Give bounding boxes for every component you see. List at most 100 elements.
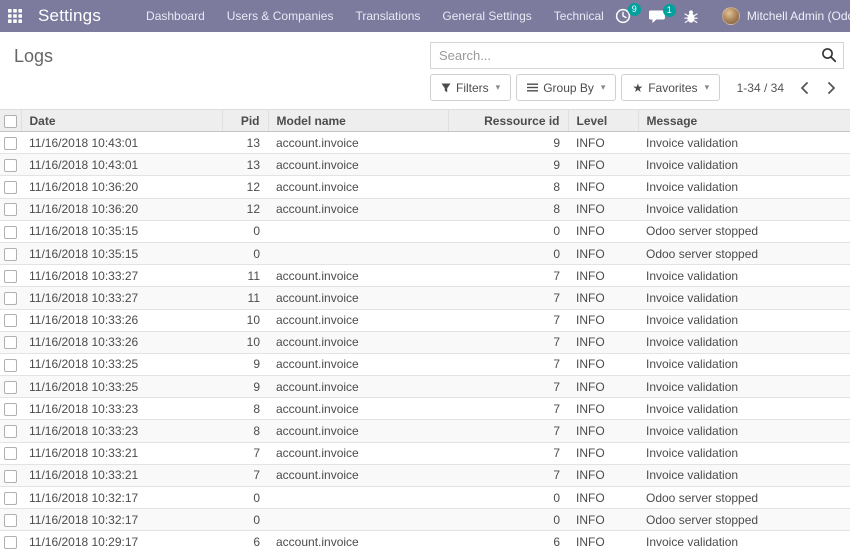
- search-icon[interactable]: [821, 47, 837, 68]
- row-checkbox[interactable]: [4, 314, 17, 327]
- pager-value[interactable]: 1-34 / 34: [737, 81, 784, 95]
- column-header-level[interactable]: Level: [568, 110, 638, 132]
- pager-previous-button[interactable]: [798, 80, 811, 96]
- log-row[interactable]: 11/16/2018 10:32:17 0 0 INFO Odoo server…: [0, 487, 850, 509]
- log-row[interactable]: 11/16/2018 10:33:21 7 account.invoice 7 …: [0, 464, 850, 486]
- debug-button[interactable]: [684, 9, 698, 24]
- user-menu[interactable]: Mitchell Admin (Odoo_12) ▾: [722, 7, 850, 25]
- row-select-cell: [0, 464, 21, 486]
- row-select-cell: [0, 376, 21, 398]
- app-name[interactable]: Settings: [38, 6, 101, 26]
- cell-message: Invoice validation: [638, 531, 850, 553]
- log-row[interactable]: 11/16/2018 10:33:26 10 account.invoice 7…: [0, 331, 850, 353]
- column-header-model[interactable]: Model name: [268, 110, 448, 132]
- navbar-menu-item[interactable]: General Settings: [442, 9, 531, 23]
- filters-button[interactable]: Filters ▾: [430, 74, 511, 101]
- row-checkbox[interactable]: [4, 492, 17, 505]
- row-checkbox[interactable]: [4, 292, 17, 305]
- cell-resource: 0: [448, 220, 568, 242]
- cell-date: 11/16/2018 10:43:01: [21, 154, 222, 176]
- row-checkbox[interactable]: [4, 381, 17, 394]
- logs-table: Date Pid Model name Ressource id Level M…: [0, 109, 850, 553]
- cell-pid: 11: [222, 265, 268, 287]
- row-checkbox[interactable]: [4, 403, 17, 416]
- cell-level: INFO: [568, 531, 638, 553]
- column-header-date[interactable]: Date: [21, 110, 222, 132]
- search-input[interactable]: [430, 42, 844, 69]
- log-row[interactable]: 11/16/2018 10:33:27 11 account.invoice 7…: [0, 287, 850, 309]
- log-row[interactable]: 11/16/2018 10:33:25 9 account.invoice 7 …: [0, 376, 850, 398]
- row-checkbox[interactable]: [4, 181, 17, 194]
- log-row[interactable]: 11/16/2018 10:33:27 11 account.invoice 7…: [0, 265, 850, 287]
- cell-model: account.invoice: [268, 398, 448, 420]
- apps-menu-button[interactable]: [8, 5, 22, 27]
- cell-level: INFO: [568, 509, 638, 531]
- row-checkbox[interactable]: [4, 536, 17, 549]
- cell-message: Invoice validation: [638, 331, 850, 353]
- cell-pid: 10: [222, 309, 268, 331]
- row-checkbox[interactable]: [4, 226, 17, 239]
- cell-message: Odoo server stopped: [638, 242, 850, 264]
- log-row[interactable]: 11/16/2018 10:43:01 13 account.invoice 9…: [0, 154, 850, 176]
- log-row[interactable]: 11/16/2018 10:35:15 0 0 INFO Odoo server…: [0, 242, 850, 264]
- log-row[interactable]: 11/16/2018 10:33:23 8 account.invoice 7 …: [0, 398, 850, 420]
- log-row[interactable]: 11/16/2018 10:35:15 0 0 INFO Odoo server…: [0, 220, 850, 242]
- log-row[interactable]: 11/16/2018 10:33:21 7 account.invoice 7 …: [0, 442, 850, 464]
- cell-pid: 9: [222, 376, 268, 398]
- pager: 1-34 / 34: [737, 80, 844, 96]
- cell-message: Invoice validation: [638, 132, 850, 154]
- log-row[interactable]: 11/16/2018 10:33:26 10 account.invoice 7…: [0, 309, 850, 331]
- log-row[interactable]: 11/16/2018 10:32:17 0 0 INFO Odoo server…: [0, 509, 850, 531]
- column-header-resource[interactable]: Ressource id: [448, 110, 568, 132]
- group-by-button-label: Group By: [543, 81, 594, 95]
- cell-resource: 7: [448, 420, 568, 442]
- log-row[interactable]: 11/16/2018 10:33:23 8 account.invoice 7 …: [0, 420, 850, 442]
- log-row[interactable]: 11/16/2018 10:36:20 12 account.invoice 8…: [0, 176, 850, 198]
- row-checkbox[interactable]: [4, 425, 17, 438]
- cell-date: 11/16/2018 10:32:17: [21, 509, 222, 531]
- activities-button[interactable]: 9: [615, 8, 631, 24]
- column-header-pid[interactable]: Pid: [222, 110, 268, 132]
- cell-pid: 7: [222, 464, 268, 486]
- row-checkbox[interactable]: [4, 270, 17, 283]
- navbar-menu-item[interactable]: Users & Companies: [227, 9, 334, 23]
- row-checkbox[interactable]: [4, 248, 17, 261]
- log-row[interactable]: 11/16/2018 10:43:01 13 account.invoice 9…: [0, 132, 850, 154]
- row-checkbox[interactable]: [4, 137, 17, 150]
- cell-level: INFO: [568, 198, 638, 220]
- cell-resource: 9: [448, 154, 568, 176]
- pager-next-button[interactable]: [825, 80, 838, 96]
- row-checkbox[interactable]: [4, 159, 17, 172]
- cell-level: INFO: [568, 331, 638, 353]
- cell-model: account.invoice: [268, 132, 448, 154]
- cell-date: 11/16/2018 10:33:21: [21, 464, 222, 486]
- cell-model: account.invoice: [268, 531, 448, 553]
- log-row[interactable]: 11/16/2018 10:36:20 12 account.invoice 8…: [0, 198, 850, 220]
- row-checkbox[interactable]: [4, 447, 17, 460]
- row-checkbox[interactable]: [4, 359, 17, 372]
- row-checkbox[interactable]: [4, 203, 17, 216]
- row-checkbox[interactable]: [4, 514, 17, 527]
- select-all-checkbox[interactable]: [4, 115, 17, 128]
- navbar-menu-item[interactable]: Dashboard: [146, 9, 205, 23]
- column-header-message[interactable]: Message: [638, 110, 850, 132]
- cell-resource: 8: [448, 198, 568, 220]
- group-by-button[interactable]: Group By ▾: [516, 74, 616, 101]
- navbar-menu-item[interactable]: Translations: [355, 9, 420, 23]
- group-by-icon: [527, 83, 538, 92]
- navbar-menu-item[interactable]: Technical: [554, 9, 604, 23]
- log-row[interactable]: 11/16/2018 10:33:25 9 account.invoice 7 …: [0, 353, 850, 375]
- row-checkbox[interactable]: [4, 470, 17, 483]
- messages-button[interactable]: 1: [649, 9, 666, 24]
- cell-message: Invoice validation: [638, 353, 850, 375]
- cell-pid: 7: [222, 442, 268, 464]
- favorites-button[interactable]: ★ Favorites ▾: [621, 74, 720, 101]
- cell-pid: 0: [222, 487, 268, 509]
- row-select-cell: [0, 353, 21, 375]
- row-checkbox[interactable]: [4, 336, 17, 349]
- cell-resource: 7: [448, 442, 568, 464]
- cell-date: 11/16/2018 10:35:15: [21, 242, 222, 264]
- log-row[interactable]: 11/16/2018 10:29:17 6 account.invoice 6 …: [0, 531, 850, 553]
- filters-button-label: Filters: [456, 81, 489, 95]
- activities-badge: 9: [628, 3, 641, 16]
